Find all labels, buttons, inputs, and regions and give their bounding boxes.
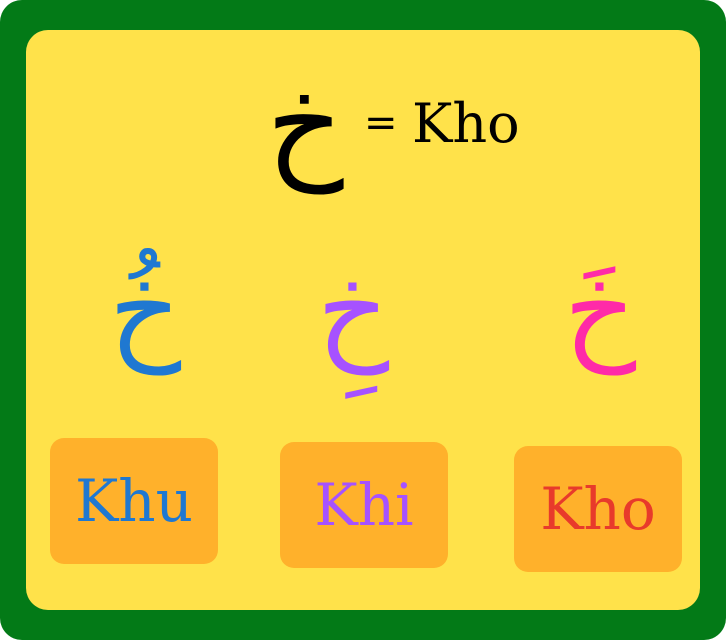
card-khi: Khi	[280, 442, 448, 568]
main-letter: خ	[266, 55, 344, 194]
equals-sign: =	[364, 100, 398, 146]
letter-variant-khu: خُ	[108, 245, 182, 375]
card-khu: Khu	[50, 438, 218, 564]
main-transliteration: Kho	[412, 92, 520, 155]
card-label-kho: Kho	[540, 475, 656, 543]
card-label-khu: Khu	[74, 467, 194, 535]
letter-variant-khi: خِ	[316, 245, 390, 375]
card-label-khi: Khi	[314, 471, 414, 539]
card-kho: Kho	[514, 446, 682, 572]
letter-variant-kho: خَ	[563, 245, 637, 375]
